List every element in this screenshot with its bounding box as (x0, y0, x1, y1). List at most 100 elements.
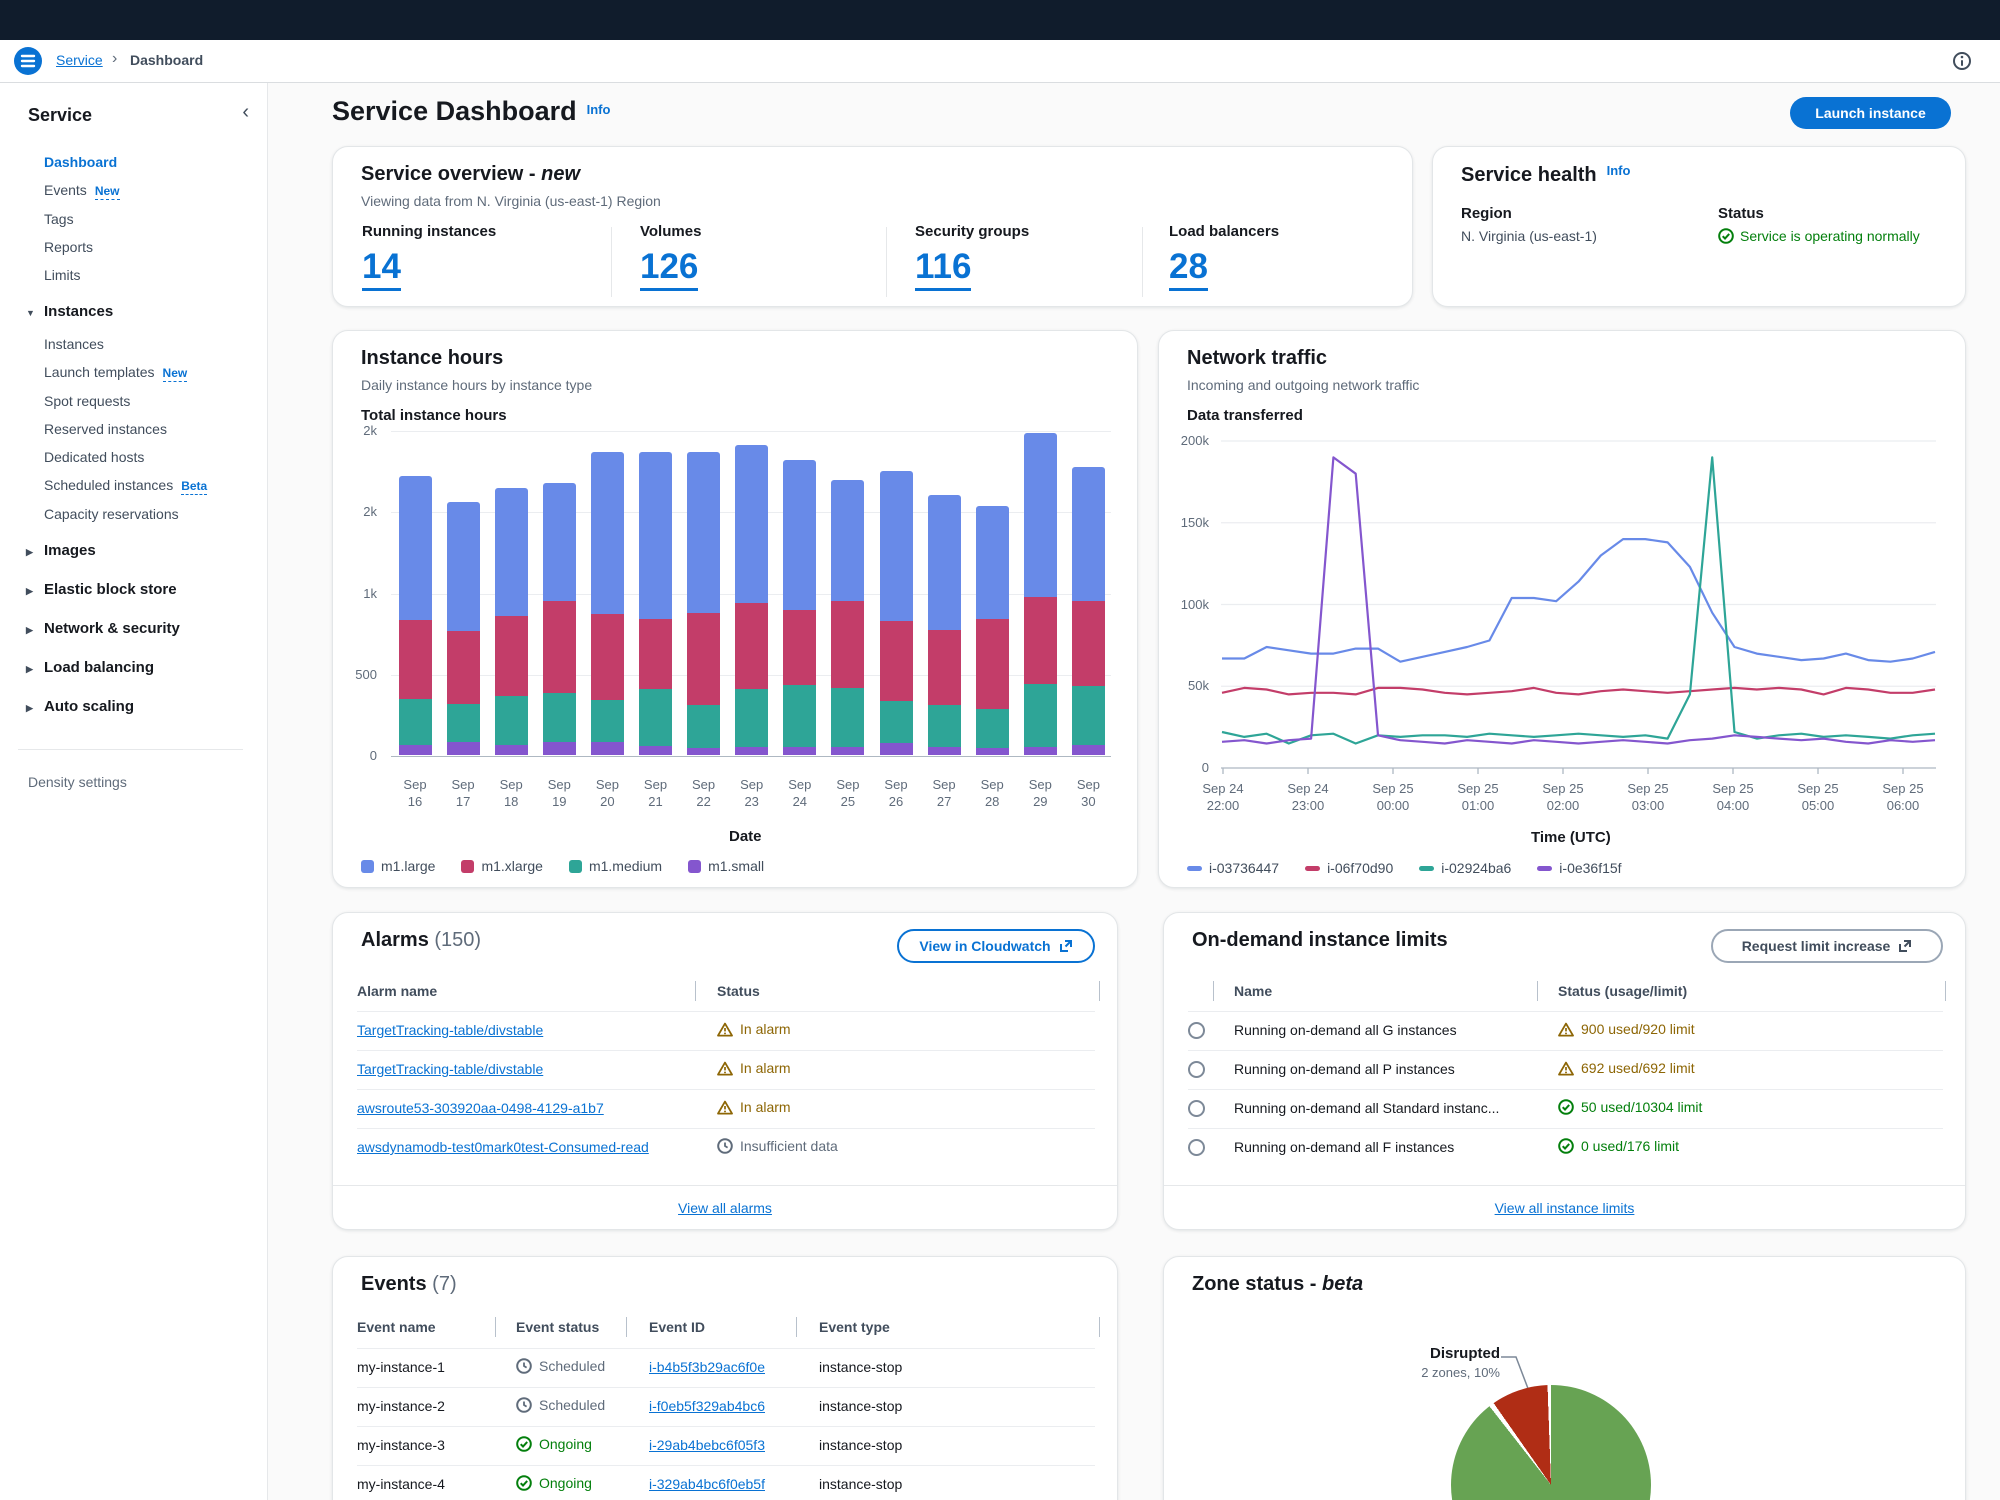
column-divider[interactable] (1213, 981, 1214, 1001)
row-divider (357, 1465, 1095, 1466)
launch-instance-button[interactable]: Launch instance (1790, 97, 1951, 129)
info-link[interactable]: Info (1607, 163, 1631, 178)
sidebar-item-dedicated-hosts[interactable]: Dedicated hosts (44, 443, 251, 471)
legend-item-m1.xlarge[interactable]: m1.xlarge (461, 858, 542, 874)
row-divider (357, 1089, 1095, 1090)
sidebar-section-network-security[interactable]: ▶Network & security (44, 614, 251, 645)
event-id-link[interactable]: i-329ab4bc6f0eb5f (649, 1476, 765, 1492)
column-divider[interactable] (796, 1317, 797, 1337)
sidebar-item-tags[interactable]: Tags (44, 205, 251, 233)
column-divider[interactable] (1099, 981, 1100, 1001)
zone-status-pie[interactable] (1451, 1385, 1651, 1500)
new-badge[interactable]: New (95, 184, 120, 200)
bar-segment-m1.xlarge (447, 631, 480, 704)
info-icon[interactable] (1952, 51, 1972, 71)
events-count: (7) (432, 1273, 456, 1295)
limit-name: Running on-demand all G instances (1234, 1022, 1457, 1038)
menu-icon[interactable] (14, 47, 42, 75)
network-traffic-legend: i-03736447 i-06f70d90 i-02924ba6 i-0e36f15f (1187, 860, 1622, 876)
column-header-event-type[interactable]: Event type (819, 1319, 890, 1335)
stat-value-link[interactable]: 28 (1169, 248, 1208, 291)
alarm-status: In alarm (717, 1060, 791, 1076)
column-divider[interactable] (495, 1317, 496, 1337)
column-divider[interactable] (1099, 1317, 1100, 1337)
info-link[interactable]: Info (587, 102, 611, 117)
bar-segment-m1.large (735, 445, 768, 603)
alarm-status: In alarm (717, 1099, 791, 1115)
request-limit-increase-button[interactable]: Request limit increase (1711, 929, 1943, 963)
event-id-link[interactable]: i-f0eb5f329ab4bc6 (649, 1398, 765, 1414)
sidebar-item-instances[interactable]: Instances (44, 330, 251, 358)
legend-item-i-03736447[interactable]: i-03736447 (1187, 860, 1279, 876)
alarm-name-link[interactable]: awsdynamodb-test0mark0test-Consumed-read (357, 1139, 649, 1155)
event-id-link[interactable]: i-29ab4bebc6f05f3 (649, 1437, 765, 1453)
column-header-status[interactable]: Status (717, 983, 760, 999)
alarm-name-link[interactable]: TargetTracking-table/divstable (357, 1061, 543, 1077)
column-header-status[interactable]: Status (usage/limit) (1558, 983, 1687, 999)
bar-segment-m1.small (928, 747, 961, 755)
alarm-name-link[interactable]: TargetTracking-table/divstable (357, 1022, 543, 1038)
success-icon (1558, 1138, 1574, 1154)
view-all-instance-limits-link[interactable]: View all instance limits (1164, 1200, 1965, 1216)
sidebar-item-limits[interactable]: Limits (44, 261, 251, 289)
stat-value-link[interactable]: 116 (915, 248, 971, 291)
breadcrumb-service-link[interactable]: Service (56, 52, 103, 68)
new-badge[interactable]: New (163, 366, 188, 382)
sidebar-item-capacity-reservations[interactable]: Capacity reservations (44, 500, 251, 528)
row-radio[interactable] (1188, 1100, 1205, 1117)
sidebar-item-scheduled-instances[interactable]: Scheduled instancesBeta (44, 471, 251, 500)
beta-badge[interactable]: Beta (181, 479, 207, 495)
legend-item-i-0e36f15f[interactable]: i-0e36f15f (1537, 860, 1621, 876)
column-header-event-status[interactable]: Event status (516, 1319, 599, 1335)
legend-item-i-06f70d90[interactable]: i-06f70d90 (1305, 860, 1393, 876)
event-name: my-instance-3 (357, 1437, 445, 1453)
column-header-alarm-name[interactable]: Alarm name (357, 983, 437, 999)
sidebar-item-reports[interactable]: Reports (44, 233, 251, 261)
sidebar-item-spot-requests[interactable]: Spot requests (44, 387, 251, 415)
column-divider[interactable] (1537, 981, 1538, 1001)
sidebar-item-launch-templates[interactable]: Launch templatesNew (44, 358, 251, 387)
event-id-link[interactable]: i-b4b5f3b29ac6f0e (649, 1359, 765, 1375)
column-header-name[interactable]: Name (1234, 983, 1272, 999)
row-radio[interactable] (1188, 1139, 1205, 1156)
sidebar-item-dashboard[interactable]: Dashboard (44, 148, 251, 176)
sidebar-section-auto-scaling[interactable]: ▶Auto scaling (44, 692, 251, 723)
sidebar-collapse-icon[interactable]: ‹ (242, 101, 249, 124)
health-status: Status Service is operating normally (1718, 205, 1920, 244)
sidebar-item-events[interactable]: EventsNew (44, 176, 251, 205)
chevron-right-icon: ▶ (26, 615, 42, 645)
view-all-alarms-link[interactable]: View all alarms (333, 1200, 1117, 1216)
column-header-event-name[interactable]: Event name (357, 1319, 436, 1335)
stat-value-link[interactable]: 126 (640, 248, 698, 291)
legend-item-m1.large[interactable]: m1.large (361, 858, 435, 874)
sidebar-section-load-balancing[interactable]: ▶Load balancing (44, 653, 251, 684)
view-in-cloudwatch-button[interactable]: View in Cloudwatch (897, 929, 1095, 963)
legend-label: m1.medium (589, 858, 662, 874)
row-radio[interactable] (1188, 1061, 1205, 1078)
column-divider[interactable] (1945, 981, 1946, 1001)
sidebar-section-elastic-block-store[interactable]: ▶Elastic block store (44, 575, 251, 606)
stat-value-link[interactable]: 14 (362, 248, 401, 291)
sidebar-section-instances[interactable]: ▼Instances (44, 297, 251, 328)
sidebar-title: Service (28, 105, 251, 126)
bar-segment-m1.small (735, 747, 768, 755)
instance-hours-legend: m1.large m1.xlarge m1.medium m1.small (361, 858, 764, 874)
success-icon (1558, 1099, 1574, 1115)
row-radio[interactable] (1188, 1022, 1205, 1039)
sidebar-item-density-settings[interactable]: Density settings (28, 774, 251, 790)
legend-item-m1.medium[interactable]: m1.medium (569, 858, 662, 874)
sidebar-section-images[interactable]: ▶Images (44, 536, 251, 567)
legend-item-i-02924ba6[interactable]: i-02924ba6 (1419, 860, 1511, 876)
alarm-status: Insufficient data (717, 1138, 838, 1154)
warning-icon (717, 1100, 733, 1115)
legend-label: m1.xlarge (481, 858, 542, 874)
legend-label: i-03736447 (1209, 860, 1279, 876)
bar-segment-m1.medium (1072, 686, 1105, 745)
y-tick-label: 2k (327, 504, 377, 519)
column-divider[interactable] (626, 1317, 627, 1337)
sidebar-item-reserved-instances[interactable]: Reserved instances (44, 415, 251, 443)
column-header-event-id[interactable]: Event ID (649, 1319, 705, 1335)
alarm-name-link[interactable]: awsroute53-303920aa-0498-4129-a1b7 (357, 1100, 604, 1116)
legend-item-m1.small[interactable]: m1.small (688, 858, 764, 874)
column-divider[interactable] (695, 981, 696, 1001)
